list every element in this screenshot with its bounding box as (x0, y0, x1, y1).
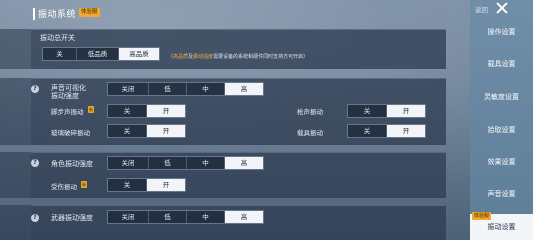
vehicle-option[interactable]: 开 (387, 125, 425, 137)
help-icon[interactable]: ? (31, 214, 39, 222)
panel-edge (0, 78, 31, 145)
sidebar-item-sound[interactable]: 声音设置 (470, 181, 533, 207)
sound-intensity-option[interactable]: 低 (149, 83, 187, 95)
footstep-label: 脚步声振动 (51, 108, 84, 116)
note-highlight: 高品质 (173, 54, 189, 60)
gunfire-option[interactable]: 开 (387, 105, 425, 117)
weapon-intensity-option[interactable]: 中 (187, 211, 225, 223)
title-bar: 振动系统 体验服 (0, 0, 470, 22)
gunfire-option[interactable]: 关 (348, 105, 387, 117)
character-intensity-option[interactable]: 高 (225, 157, 263, 169)
sound-intensity-option[interactable]: 关闭 (108, 83, 149, 95)
master-option[interactable]: 关 (43, 48, 77, 60)
note-text: 需要设备的系统和硬件同时支持方可开启） (213, 54, 309, 60)
sidebar-item-controls[interactable]: 操作设置 (470, 19, 533, 45)
return-label[interactable]: 返回 (475, 4, 488, 14)
hurt-label: 受伤振动 (51, 183, 77, 191)
sidebar-item-pickup[interactable]: 拾取设置 (470, 117, 533, 143)
sound-intensity-selector: 关闭 低 中 高 (107, 82, 264, 96)
new-badge: 新 (88, 106, 94, 113)
vehicle-option[interactable]: 关 (348, 125, 387, 137)
help-icon[interactable]: ? (31, 159, 39, 167)
weapon-intensity-option[interactable]: 低 (149, 211, 187, 223)
weapon-intensity-option[interactable]: 高 (225, 211, 263, 223)
glass-option[interactable]: 关 (108, 125, 147, 137)
panel-edge (0, 29, 31, 69)
hurt-toggle: 关 开 (107, 178, 186, 192)
title-badge: 体验服 (79, 8, 100, 17)
new-badge: 新 (81, 181, 87, 188)
character-intensity-option[interactable]: 低 (149, 157, 187, 169)
master-switch-label: 振动总开关 (40, 34, 75, 42)
close-icon[interactable] (494, 0, 510, 16)
character-intensity-option[interactable]: 关闭 (108, 157, 149, 169)
page-title: 振动系统 (38, 10, 77, 20)
sound-intensity-option[interactable]: 高 (225, 83, 263, 95)
glass-label: 玻璃破碎振动 (51, 129, 90, 137)
master-option[interactable]: 高品质 (119, 48, 159, 60)
vehicle-toggle: 关 开 (347, 124, 426, 138)
weapon-intensity-option[interactable]: 关闭 (108, 211, 149, 223)
character-intensity-selector: 关闭 低 中 高 (107, 156, 264, 170)
master-note: （高品质及振动强度需要设备的系统和硬件同时支持方可开启） (168, 53, 308, 60)
vehicle-label: 载具振动 (297, 129, 323, 137)
sidebar-item-sensitivity[interactable]: 灵敏度设置 (470, 84, 533, 110)
sidebar-item-effects[interactable]: 效果设置 (470, 149, 533, 175)
panel-edge (0, 205, 31, 240)
sound-label-line2: 振动强度 (51, 92, 79, 100)
footstep-option[interactable]: 开 (147, 105, 185, 117)
weapon-intensity-selector: 关闭 低 中 高 (107, 210, 264, 224)
footstep-option[interactable]: 关 (108, 105, 147, 117)
character-intensity-option[interactable]: 中 (187, 157, 225, 169)
character-label: 角色振动强度 (51, 160, 93, 168)
master-option[interactable]: 低品质 (77, 48, 119, 60)
weapon-label: 武器振动强度 (51, 214, 93, 222)
gunfire-label: 枪声振动 (297, 108, 323, 116)
glass-toggle: 关 开 (107, 124, 186, 138)
title-accent-bar (33, 8, 35, 20)
hurt-option[interactable]: 关 (108, 179, 147, 191)
master-switch-selector: 关 低品质 高品质 (42, 47, 160, 61)
glass-option[interactable]: 开 (147, 125, 185, 137)
gunfire-toggle: 关 开 (347, 104, 426, 118)
sound-intensity-option[interactable]: 中 (187, 83, 225, 95)
footstep-toggle: 关 开 (107, 104, 186, 118)
sidebar-badge: 体验服 (472, 212, 492, 220)
panel-edge (0, 152, 31, 198)
note-highlight: 振动强度 (193, 54, 214, 60)
hurt-option[interactable]: 开 (147, 179, 185, 191)
help-icon[interactable]: ? (31, 85, 39, 93)
sidebar-item-vehicle[interactable]: 载具设置 (470, 51, 533, 77)
